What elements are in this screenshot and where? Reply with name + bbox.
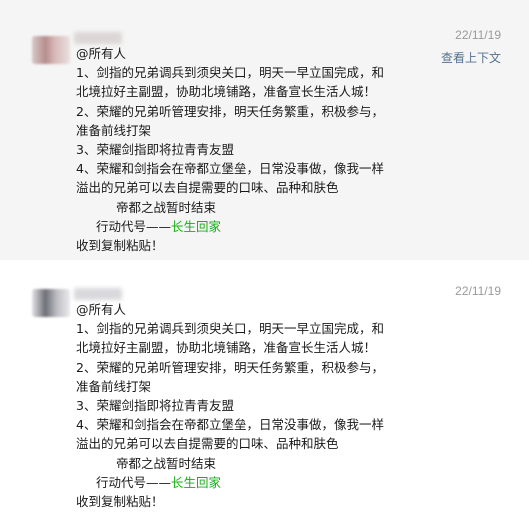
message-line: 3、荣耀剑指即将拉青青友盟 [76,397,234,413]
message-body[interactable]: @所有人 1、剑指的兄弟调兵到须臾关口，明天一早立国完成，和 北境拉好主副盟，协… [76,300,516,511]
message-line: 北境拉好主副盟，协助北境铺路，准备宣长生活人城！ [76,84,377,100]
message-line: 溢出的兄弟可以去自提需要的口味、品种和肤色 [76,180,339,196]
avatar[interactable] [32,289,70,317]
message-line: 收到复制粘贴！ [76,237,164,253]
code-name-green: 长生回家 [171,218,222,234]
sender-name-blurred [74,288,122,300]
message-line: 4、荣耀和剑指会在帝都立堡垒，日常没事做，像我一样 [76,417,384,433]
code-label: 行动代号—— [96,218,172,234]
chat-message[interactable]: 22/11/19 @所有人 1、剑指的兄弟调兵到须臾关口，明天一早立国完成，和 … [0,260,529,513]
message-line: @所有人 [76,302,127,317]
message-line: 2、荣耀的兄弟听管理安排，明天任务繁重，积极参与， [76,103,384,119]
message-line: 1、剑指的兄弟调兵到须臾关口，明天一早立国完成，和 [76,321,384,337]
code-name-green: 长生回家 [171,474,222,490]
avatar[interactable] [32,36,70,64]
message-line: 1、剑指的兄弟调兵到须臾关口，明天一早立国完成，和 [76,65,384,81]
message-line-code: 行动代号——长生回家 [76,473,516,492]
message-line: 收到复制粘贴！ [76,493,164,509]
message-line: 准备前线打架 [76,378,152,394]
message-timestamp: 22/11/19 [455,28,501,42]
message-line: 溢出的兄弟可以去自提需要的口味、品种和肤色 [76,436,339,452]
message-line: 北境拉好主副盟，协助北境铺路，准备宣长生活人城！ [76,340,377,356]
message-body[interactable]: @所有人 1、剑指的兄弟调兵到须臾关口，明天一早立国完成，和 北境拉好主副盟，协… [76,44,516,255]
message-line: 4、荣耀和剑指会在帝都立堡垒，日常没事做，像我一样 [76,161,384,177]
message-line-code: 行动代号——长生回家 [76,217,516,236]
message-line: 准备前线打架 [76,122,152,138]
message-line: 帝都之战暂时结束 [116,455,217,471]
chat-message[interactable]: 22/11/19 查看上下文 @所有人 1、剑指的兄弟调兵到须臾关口，明天一早立… [0,0,529,260]
message-line: @所有人 [76,46,127,61]
message-timestamp: 22/11/19 [455,284,501,298]
message-line: 3、荣耀剑指即将拉青青友盟 [76,141,234,157]
sender-name-blurred [74,32,122,44]
message-line: 帝都之战暂时结束 [116,199,217,215]
code-label: 行动代号—— [96,474,172,490]
message-line: 2、荣耀的兄弟听管理安排，明天任务繁重，积极参与， [76,359,384,375]
